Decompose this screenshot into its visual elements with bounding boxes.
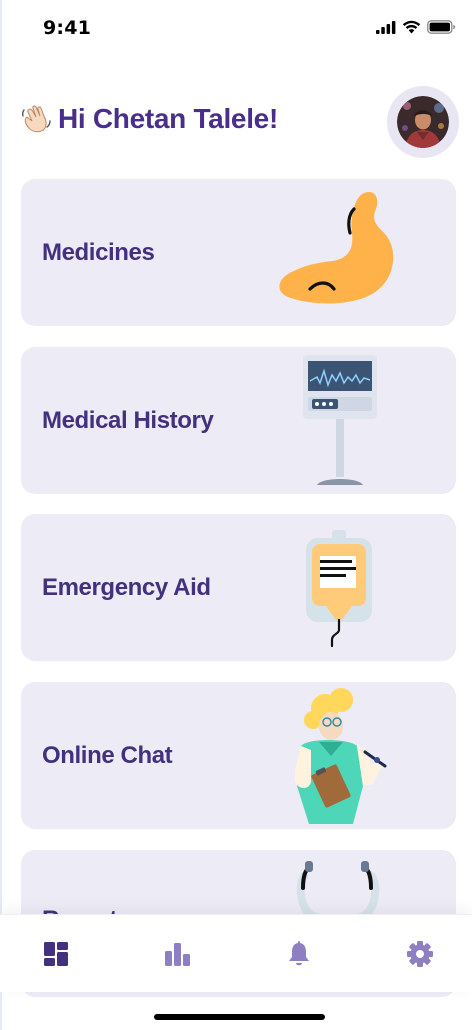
- iv-bag-illustration: [306, 530, 372, 648]
- nav-dashboard[interactable]: [39, 937, 73, 971]
- cellular-signal-icon: [376, 20, 396, 34]
- nav-statistics[interactable]: [160, 937, 194, 971]
- doctor-illustration: [295, 688, 387, 824]
- settings-gear-icon: [407, 941, 433, 967]
- status-icons: [376, 20, 456, 34]
- card-label: Online Chat: [42, 741, 173, 769]
- nav-notifications[interactable]: [282, 937, 316, 971]
- bar-chart-icon: [165, 943, 190, 966]
- greeting-header: Hi Chetan Talele!: [20, 102, 278, 136]
- card-label: Medicines: [42, 238, 155, 266]
- status-time: 9:41: [43, 17, 92, 39]
- monitor-stand-illustration: [303, 355, 377, 485]
- nav-settings[interactable]: [403, 937, 437, 971]
- greeting-text: Hi Chetan Talele!: [58, 103, 278, 134]
- battery-icon: [427, 20, 456, 34]
- left-edge-divider: [0, 0, 2, 1030]
- card-emergency-aid[interactable]: Emergency Aid: [21, 514, 456, 661]
- card-medicines[interactable]: Medicines: [21, 179, 456, 326]
- dashboard-icon: [44, 942, 68, 966]
- avatar: [397, 96, 449, 148]
- home-indicator: [154, 1014, 325, 1020]
- profile-avatar-button[interactable]: [387, 86, 459, 158]
- stomach-illustration: [279, 191, 394, 304]
- card-medical-history[interactable]: Medical History: [21, 347, 456, 494]
- bottom-navigation: [0, 914, 472, 992]
- bell-icon: [289, 941, 309, 966]
- waving-hand-icon: [21, 105, 51, 133]
- card-label: Emergency Aid: [42, 573, 211, 601]
- wifi-icon: [402, 20, 421, 34]
- status-bar: 9:41: [0, 0, 472, 58]
- card-label: Medical History: [42, 406, 214, 434]
- card-online-chat[interactable]: Online Chat: [21, 682, 456, 829]
